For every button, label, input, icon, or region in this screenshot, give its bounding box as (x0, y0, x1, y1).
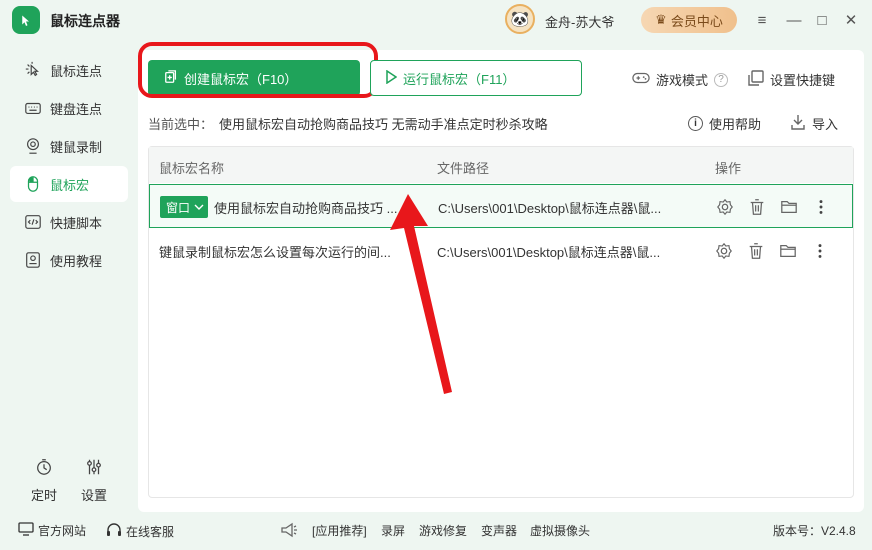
macro-path: C:\Users\001\Desktop\鼠标连点器\鼠... (437, 244, 661, 260)
settings-icon (85, 458, 103, 479)
sidebar-item-label: 键鼠录制 (50, 139, 103, 155)
menu-icon[interactable]: ≡ (752, 10, 772, 30)
script-icon (24, 213, 42, 231)
game-mode-label: 游戏模式 (656, 73, 709, 88)
footer: 官方网站 在线客服 [应用推荐] 录屏 游戏修复 变声器 虚拟摄像头 版本号：V… (0, 512, 872, 550)
sidebar-item-tutorial[interactable]: 使用教程 (10, 242, 128, 278)
vip-center-button[interactable]: ♛ 会员中心 (641, 7, 737, 33)
game-mode-toggle[interactable]: 游戏模式 ? (632, 70, 729, 89)
more-vertical-icon[interactable] (811, 242, 829, 260)
user-avatar[interactable]: 🐼 (505, 4, 535, 34)
footer-link-screen-record[interactable]: 录屏 (381, 522, 405, 539)
trash-icon[interactable] (748, 198, 766, 216)
window-mode-dropdown[interactable]: 窗口 (160, 196, 209, 218)
close-icon[interactable]: ✕ (841, 10, 861, 30)
main-panel: 创建鼠标宏（F10） 运行鼠标宏（F11） 游戏模式 ? 设置快捷键 当前选中：… (138, 42, 864, 512)
settings-label: 设置 (80, 488, 107, 503)
tutorial-icon (24, 251, 42, 269)
folder-icon[interactable] (780, 198, 798, 216)
play-icon (385, 69, 398, 87)
help-button[interactable]: i 使用帮助 (688, 114, 761, 133)
timer-label: 定时 (30, 488, 57, 503)
macro-name-cell: 键鼠录制鼠标宏怎么设置每次运行的间... (159, 229, 424, 273)
title-bar: 鼠标连点器 🐼 金舟-苏大爷 ♛ 会员中心 ≡ — □ ✕ (0, 0, 872, 40)
col-name-header: 鼠标宏名称 (159, 161, 225, 176)
official-website-link[interactable]: 官方网站 (18, 522, 86, 539)
online-support-label: 在线客服 (126, 525, 175, 539)
sidebar-item-label: 鼠标宏 (50, 177, 90, 193)
timer-button[interactable]: 定时 (24, 458, 64, 504)
shortcut-label: 设置快捷键 (770, 73, 836, 88)
table-row[interactable]: 键鼠录制鼠标宏怎么设置每次运行的间... C:\Users\001\Deskto… (149, 229, 853, 273)
timer-icon (35, 458, 53, 479)
mouse-logo-icon (22, 15, 29, 26)
sidebar-item-script[interactable]: 快捷脚本 (10, 204, 128, 240)
headset-icon (106, 522, 122, 541)
sidebar-item-mouse-click[interactable]: 鼠标连点 (10, 52, 128, 88)
window-mode-label: 窗口 (166, 200, 191, 215)
set-shortcut-button[interactable]: 设置快捷键 (748, 70, 835, 89)
sidebar-item-record[interactable]: 键鼠录制 (10, 128, 128, 164)
sidebar-item-label: 使用教程 (50, 253, 103, 269)
official-website-label: 官方网站 (38, 524, 87, 538)
vip-center-label: 会员中心 (670, 13, 723, 29)
run-macro-label: 运行鼠标宏（F11） (403, 71, 516, 87)
version-label: 版本号：V2.4.8 (773, 524, 856, 538)
macro-path: C:\Users\001\Desktop\鼠标连点器\鼠... (438, 200, 662, 216)
import-label: 导入 (812, 117, 839, 132)
current-selection-value: 使用鼠标宏自动抢购商品技巧 无需动手准点定时秒杀攻略 (219, 117, 548, 132)
help-circle-icon[interactable]: ? (714, 72, 729, 87)
settings-gear-icon[interactable] (715, 242, 733, 260)
mouse-click-icon (24, 61, 42, 79)
online-support-link[interactable]: 在线客服 (106, 522, 174, 541)
row-actions (716, 185, 830, 229)
sidebar-item-label: 快捷脚本 (50, 215, 103, 231)
macro-table: 鼠标宏名称 文件路径 操作 窗口 使用鼠标宏自动抢购商品技巧 ... C:\Us… (148, 146, 854, 498)
sidebar-item-label: 键盘连点 (50, 101, 103, 117)
app-title: 鼠标连点器 (50, 13, 120, 29)
info-icon: i (688, 116, 703, 131)
shortcut-icon (748, 70, 764, 89)
run-macro-button[interactable]: 运行鼠标宏（F11） (370, 60, 582, 96)
user-name[interactable]: 金舟-苏大爷 (545, 12, 614, 31)
settings-button[interactable]: 设置 (74, 458, 114, 504)
more-vertical-icon[interactable] (812, 198, 830, 216)
footer-link-virtual-camera[interactable]: 虚拟摄像头 (530, 522, 590, 539)
macro-name: 键鼠录制鼠标宏怎么设置每次运行的间... (159, 244, 391, 260)
table-row[interactable]: 窗口 使用鼠标宏自动抢购商品技巧 ... C:\Users\001\Deskto… (149, 184, 853, 228)
macro-name-cell: 窗口 使用鼠标宏自动抢购商品技巧 ... (160, 185, 425, 229)
maximize-icon[interactable]: □ (812, 10, 832, 30)
sidebar-item-keyboard[interactable]: 键盘连点 (10, 90, 128, 126)
import-button[interactable]: 导入 (790, 114, 838, 133)
row-actions (715, 229, 829, 273)
table-header: 鼠标宏名称 文件路径 操作 (149, 147, 853, 183)
megaphone-icon (280, 522, 298, 538)
folder-icon[interactable] (779, 242, 797, 260)
current-selection-label: 当前选中： (148, 117, 214, 132)
col-ops-header: 操作 (715, 161, 742, 176)
chevron-down-icon (194, 204, 204, 210)
monitor-icon (18, 522, 34, 539)
sidebar-item-label: 鼠标连点 (50, 63, 103, 79)
macro-name: 使用鼠标宏自动抢购商品技巧 ... (214, 200, 398, 216)
minimize-icon[interactable]: — (784, 10, 804, 30)
col-path-header: 文件路径 (437, 161, 490, 176)
app-logo (12, 6, 40, 34)
help-label: 使用帮助 (709, 117, 762, 132)
current-selection: 当前选中： 使用鼠标宏自动抢购商品技巧 无需动手准点定时秒杀攻略 (148, 114, 548, 133)
trash-icon[interactable] (747, 242, 765, 260)
highlight-box (138, 42, 378, 98)
footer-link-game-repair[interactable]: 游戏修复 (419, 522, 467, 539)
settings-gear-icon[interactable] (716, 198, 734, 216)
sidebar: 鼠标连点 键盘连点 键鼠录制 鼠标宏 快捷脚本 使用教程 定时 设置 (0, 50, 138, 520)
gamepad-icon (632, 70, 650, 89)
app-recommend-label: [应用推荐] (312, 524, 367, 538)
import-icon (790, 114, 806, 133)
keyboard-icon (24, 99, 42, 117)
mouse-icon (24, 175, 42, 193)
record-icon (24, 137, 42, 155)
crown-icon: ♛ (655, 12, 667, 27)
footer-link-voice-changer[interactable]: 变声器 (481, 522, 517, 539)
sidebar-item-mouse-macro[interactable]: 鼠标宏 (10, 166, 128, 202)
